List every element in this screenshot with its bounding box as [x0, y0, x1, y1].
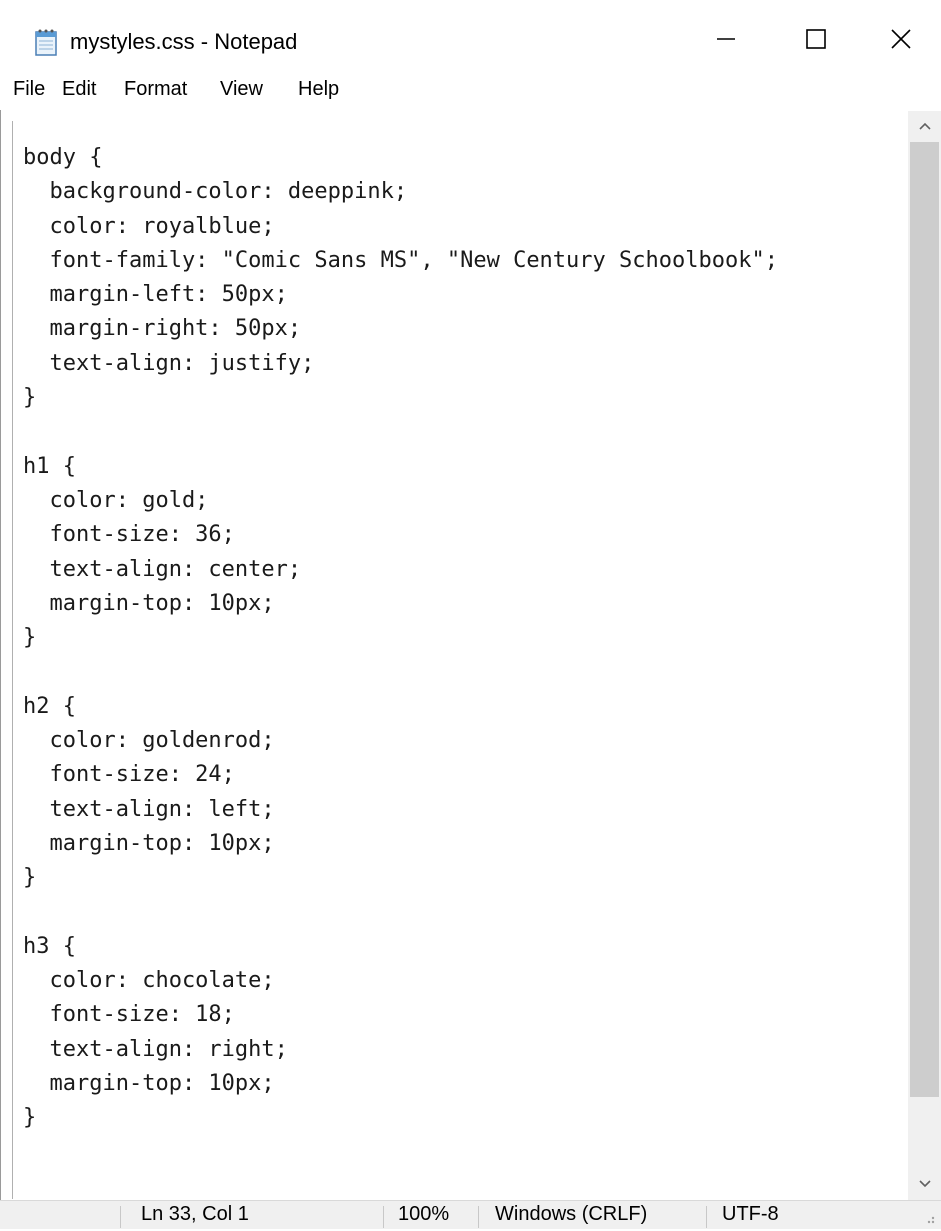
code-line: text-align: right;: [23, 1036, 288, 1062]
code-line: margin-right: 50px;: [23, 316, 302, 342]
code-line: text-align: center;: [23, 556, 302, 582]
maximize-button[interactable]: [771, 12, 861, 70]
code-line: font-family: "Comic Sans MS", "New Centu…: [23, 247, 778, 273]
code-line: font-size: 36;: [23, 522, 235, 548]
code-line: text-align: left;: [23, 796, 275, 822]
code-line: color: royalblue;: [23, 213, 275, 239]
title-bar[interactable]: mystyles.css - Notepad: [0, 0, 941, 72]
scroll-up-button[interactable]: [908, 111, 941, 143]
status-zoom: 100%: [398, 1203, 450, 1225]
code-line: body {: [23, 145, 103, 170]
code-line: }: [23, 625, 37, 651]
code-line: color: gold;: [23, 487, 209, 513]
status-divider: [120, 1206, 121, 1228]
code-line: margin-left: 50px;: [23, 282, 288, 308]
minimize-icon: [715, 28, 737, 55]
code-line: color: goldenrod;: [23, 728, 275, 754]
menu-view[interactable]: View: [220, 78, 263, 101]
code-line: font-size: 24;: [23, 762, 235, 788]
status-divider: [706, 1206, 707, 1228]
close-button[interactable]: [860, 12, 941, 70]
chevron-up-icon: [918, 118, 932, 136]
notepad-window: mystyles.css - Notepad File Edit Format …: [0, 0, 941, 1229]
status-divider: [478, 1206, 479, 1228]
status-divider: [383, 1206, 384, 1228]
code-line: h2 {: [23, 693, 76, 719]
scroll-down-button[interactable]: [908, 1169, 941, 1201]
notepad-icon: [34, 28, 58, 56]
minimize-button[interactable]: [681, 12, 771, 70]
editor-text: body { background-color: deeppink; color…: [23, 141, 778, 1136]
status-line-ending: Windows (CRLF): [495, 1203, 648, 1225]
menu-help[interactable]: Help: [298, 78, 339, 101]
chevron-down-icon: [918, 1176, 932, 1194]
resize-grip-icon[interactable]: [915, 1206, 937, 1226]
code-line: margin-top: 10px;: [23, 1071, 275, 1097]
code-line: }: [23, 865, 37, 891]
maximize-icon: [805, 28, 827, 55]
code-line: color: chocolate;: [23, 968, 275, 994]
text-editor[interactable]: body { background-color: deeppink; color…: [12, 121, 909, 1199]
status-cursor-position: Ln 33, Col 1: [141, 1203, 249, 1225]
status-encoding: UTF-8: [722, 1203, 779, 1225]
code-line: margin-top: 10px;: [23, 590, 275, 616]
code-line: background-color: deeppink;: [23, 179, 408, 205]
close-icon: [890, 28, 912, 55]
code-line: text-align: justify;: [23, 350, 315, 376]
menu-edit[interactable]: Edit: [62, 78, 96, 101]
code-line: font-size: 18;: [23, 1002, 235, 1028]
code-line: h3 {: [23, 933, 76, 959]
window-title: mystyles.css - Notepad: [70, 29, 298, 54]
code-line: }: [23, 385, 37, 411]
code-line: margin-top: 10px;: [23, 830, 275, 856]
menu-format[interactable]: Format: [124, 78, 187, 101]
menu-file[interactable]: File: [13, 78, 45, 101]
code-line: h1 {: [23, 453, 76, 479]
code-line: }: [23, 1105, 37, 1131]
scrollbar-thumb[interactable]: [910, 142, 939, 1097]
